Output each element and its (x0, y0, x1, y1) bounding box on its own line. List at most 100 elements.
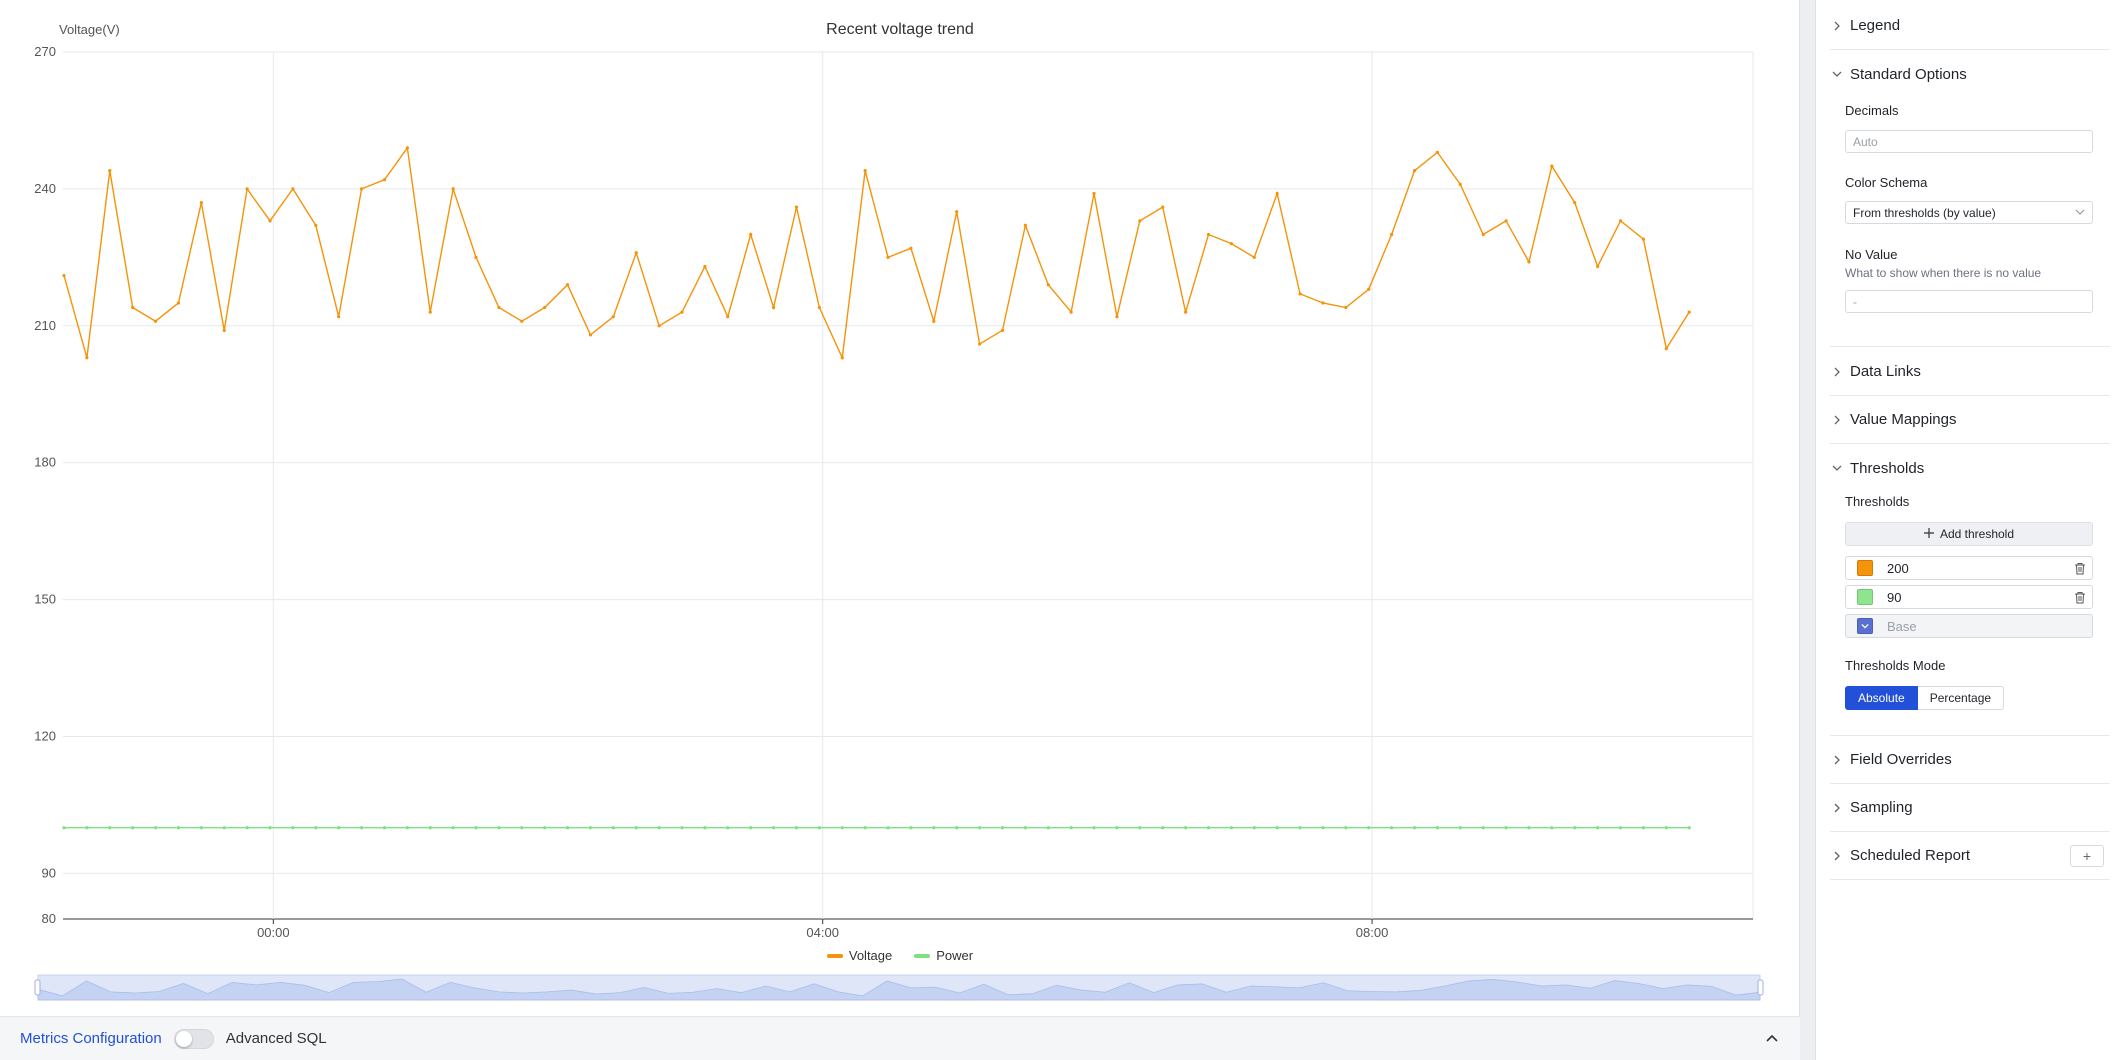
plus-icon (1923, 527, 1934, 541)
data-point-voltage (176, 301, 181, 305)
data-point-power (497, 826, 501, 830)
scheduled-report-add-button[interactable]: + (2070, 844, 2104, 867)
data-point-power (474, 826, 478, 830)
section-field-overrides-title: Field Overrides (1850, 751, 1952, 768)
data-point-power (1596, 826, 1600, 830)
data-point-power (726, 826, 730, 830)
trash-icon[interactable] (2068, 591, 2092, 604)
chevron-down-icon (1830, 461, 1844, 475)
data-point-voltage (108, 169, 112, 173)
data-point-voltage (131, 305, 135, 310)
data-point-power (428, 826, 432, 830)
threshold-color-swatch[interactable] (1857, 560, 1873, 576)
chevron-right-icon (1830, 413, 1844, 427)
data-point-voltage (62, 273, 66, 278)
advanced-sql-toggle[interactable] (173, 1028, 214, 1049)
data-point-voltage (1069, 310, 1073, 314)
data-point-power (978, 826, 982, 830)
data-point-voltage (1092, 191, 1096, 196)
section-sampling[interactable]: Sampling (1830, 784, 2110, 832)
data-point-power (749, 826, 753, 830)
data-point-power (909, 826, 913, 830)
color-schema-label: Color Schema (1845, 175, 1928, 190)
data-point-voltage (1412, 169, 1417, 173)
data-point-voltage (1275, 191, 1279, 196)
chevron-down-icon (2075, 206, 2085, 220)
no-value-input[interactable]: - (1845, 290, 2093, 313)
data-point-power (1412, 826, 1417, 830)
zoom-handle-right (1757, 979, 1764, 996)
chart-panel: 270 240 210 180 150 120 90 80 00:00 04:00 08:00 Rec… (0, 0, 1800, 1060)
data-point-power (1390, 826, 1394, 830)
threshold-row[interactable]: 200 (1845, 556, 2093, 580)
divider (1830, 346, 2110, 347)
data-point-voltage (1367, 287, 1371, 291)
data-point-voltage (428, 310, 432, 314)
data-point-voltage (771, 305, 776, 310)
data-point-power (955, 826, 959, 830)
mode-percentage-button[interactable]: Percentage (1917, 686, 2005, 710)
chevron-right-icon (1830, 365, 1844, 379)
data-point-power (932, 826, 936, 830)
data-point-voltage (886, 255, 890, 259)
data-point-power (268, 826, 272, 830)
data-point-voltage (337, 315, 341, 319)
data-point-voltage (703, 264, 707, 269)
data-point-voltage (543, 305, 547, 310)
y-tick-label: 240 (34, 181, 56, 196)
threshold-value[interactable]: 200 (1887, 561, 2068, 576)
data-point-voltage (245, 187, 249, 191)
section-scheduled-report[interactable]: Scheduled Report + (1830, 832, 2110, 880)
add-threshold-label: Add threshold (1939, 527, 2015, 541)
section-sampling-title: Sampling (1850, 799, 1913, 816)
data-point-voltage (520, 319, 524, 323)
data-point-voltage (611, 315, 615, 319)
section-thresholds[interactable]: Thresholds (1830, 444, 2110, 492)
data-point-voltage (382, 178, 387, 182)
add-threshold-button[interactable]: Add threshold (1845, 522, 2093, 546)
legend-label-power: Power (936, 948, 974, 963)
decimals-label: Decimals (1845, 103, 1899, 118)
data-point-power (1298, 826, 1302, 830)
metrics-configuration-link[interactable]: Metrics Configuration (20, 1030, 162, 1047)
legend-item-power[interactable]: Power (914, 948, 973, 963)
data-point-voltage (1641, 237, 1646, 241)
data-point-voltage (1550, 164, 1554, 168)
data-point-voltage (268, 219, 272, 223)
legend-swatch-voltage (826, 953, 843, 958)
data-point-power (657, 826, 661, 830)
decimals-input[interactable]: Auto (1845, 130, 2093, 153)
section-field-overrides[interactable]: Field Overrides (1830, 736, 2110, 784)
color-schema-select[interactable]: From thresholds (by value) (1845, 201, 2093, 224)
toggle-knob (175, 1030, 192, 1047)
y-tick-label: 80 (42, 911, 56, 926)
data-point-voltage (1298, 292, 1302, 296)
threshold-color-swatch[interactable] (1857, 589, 1873, 605)
section-standard-options-title: Standard Options (1850, 65, 1967, 83)
trash-icon[interactable] (2068, 562, 2092, 575)
data-point-power (222, 826, 226, 830)
y-tick-label: 270 (34, 44, 56, 59)
data-point-power (1321, 826, 1325, 830)
threshold-row[interactable]: 90 (1845, 585, 2093, 609)
chevron-right-icon (1830, 19, 1844, 33)
data-point-voltage (474, 255, 478, 259)
data-point-voltage (565, 283, 570, 287)
data-point-voltage (1184, 310, 1188, 314)
y-tick-label: 180 (34, 455, 56, 470)
mode-absolute-button[interactable]: Absolute (1845, 686, 1918, 710)
threshold-value[interactable]: 90 (1887, 590, 2068, 605)
data-point-voltage (909, 246, 913, 250)
data-point-power (863, 826, 867, 830)
section-value-mappings[interactable]: Value Mappings (1830, 396, 2110, 444)
chevron-up-icon[interactable] (1762, 1029, 1782, 1049)
section-data-links[interactable]: Data Links (1830, 348, 2110, 396)
section-legend[interactable]: Legend (1830, 2, 2110, 50)
legend-item-voltage[interactable]: Voltage (826, 948, 892, 963)
section-standard-options[interactable]: Standard Options (1830, 50, 2110, 98)
data-point-voltage (749, 232, 753, 237)
threshold-color-swatch[interactable] (1857, 618, 1873, 634)
data-point-power (1367, 826, 1371, 830)
threshold-row-base[interactable]: Base (1845, 614, 2093, 638)
data-point-power (1138, 826, 1142, 830)
